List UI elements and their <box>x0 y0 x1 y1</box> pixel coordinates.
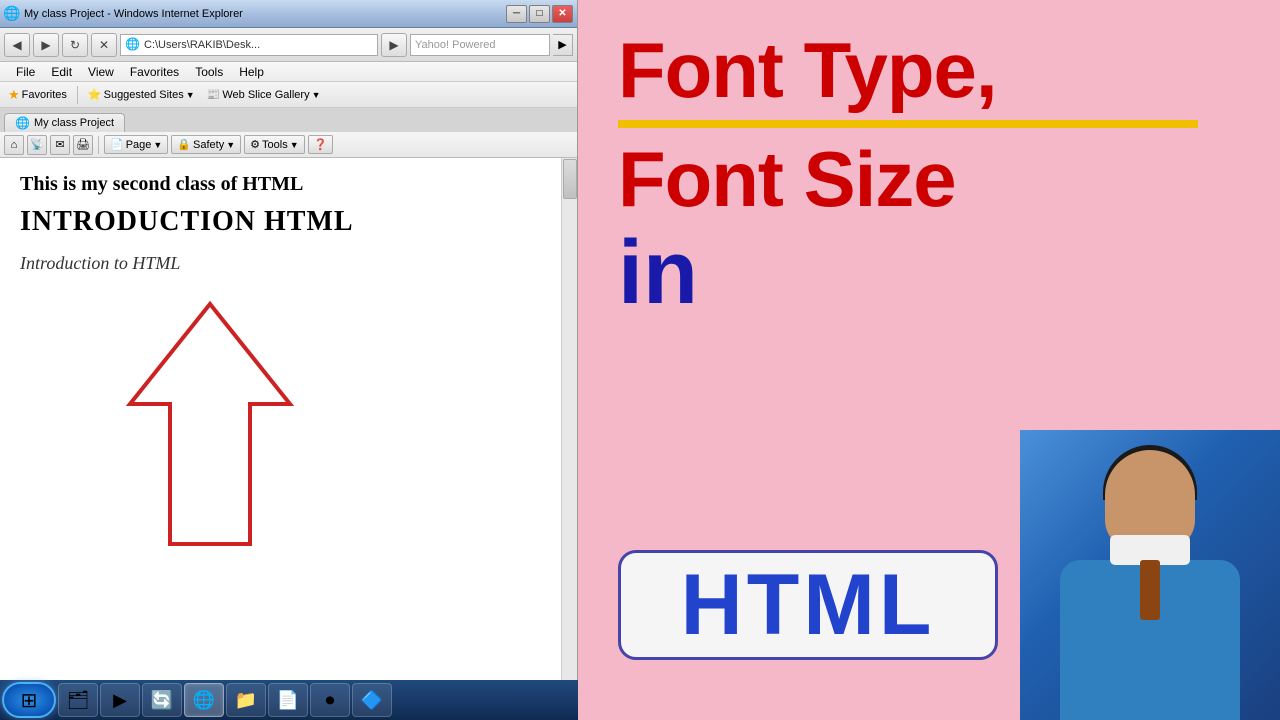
safety-label: Safety <box>193 139 224 151</box>
home-button[interactable]: ⌂ <box>4 135 24 155</box>
taskbar-recycle-button[interactable]: 🔄 <box>142 683 182 717</box>
right-panel: Font Type, Font Size in HTML <box>578 0 1280 720</box>
page-icon: 📄 <box>110 138 124 151</box>
content-heading2: INTRODUCTION HTML <box>20 206 557 238</box>
tab-title: My class Project <box>34 117 114 129</box>
scrollbar[interactable] <box>561 158 577 698</box>
scroll-thumb[interactable] <box>563 159 577 199</box>
right-title-line2: Font Size <box>618 140 956 218</box>
tools-arrow: ▼ <box>290 140 299 150</box>
taskbar-document-button[interactable]: 📄 <box>268 683 308 717</box>
menu-help[interactable]: Help <box>231 62 272 81</box>
print-button[interactable]: 🖨 <box>73 135 93 155</box>
suggested-sites-arrow: ▼ <box>186 90 195 100</box>
tools-icon: ⚙ <box>250 138 260 151</box>
search-go-button[interactable]: ▶ <box>553 34 573 56</box>
menu-favorites[interactable]: Favorites <box>122 62 187 81</box>
taskbar: ⊞ 🗂 ▶ 🔄 🌐 📁 📄 ⏺ 🔷 <box>0 680 578 720</box>
favorites-button[interactable]: ★ Favorites <box>4 85 71 105</box>
maximize-button[interactable]: □ <box>529 5 550 23</box>
menu-edit[interactable]: Edit <box>43 62 80 81</box>
arrow-graphic <box>120 294 300 554</box>
stop-button[interactable]: ✕ <box>91 33 117 57</box>
feeds-button[interactable]: 📡 <box>27 135 47 155</box>
help-icon: ❓ <box>314 138 328 151</box>
html-box-text: HTML <box>681 556 936 655</box>
safety-button[interactable]: 🔒 Safety ▼ <box>171 135 241 154</box>
start-button[interactable]: ⊞ <box>2 682 56 718</box>
refresh-button[interactable]: ↻ <box>62 33 88 57</box>
taskbar-explorer-button[interactable]: 📁 <box>226 683 266 717</box>
address-text: C:\Users\RAKIB\Desk... <box>144 39 260 51</box>
browser-icon: 🌐 <box>4 6 20 22</box>
help-button[interactable]: ❓ <box>308 135 334 154</box>
person-photo <box>1020 430 1280 720</box>
star-icon: ★ <box>8 87 20 103</box>
web-slice-label: Web Slice Gallery <box>222 89 309 101</box>
favorites-label: Favorites <box>22 89 67 101</box>
menu-bar: File Edit View Favorites Tools Help <box>0 62 577 82</box>
taskbar-diamond-button[interactable]: 🔷 <box>352 683 392 717</box>
web-slice-arrow: ▼ <box>312 90 321 100</box>
search-input[interactable]: Yahoo! Powered <box>410 34 550 56</box>
safety-arrow: ▼ <box>226 140 235 150</box>
yellow-divider <box>618 120 1198 128</box>
suggested-sites-label: Suggested Sites <box>104 89 184 101</box>
nav-bar: ◀ ▶ ↻ ✕ 🌐 C:\Users\RAKIB\Desk... ▶ Yahoo… <box>0 28 577 62</box>
search-placeholder: Yahoo! Powered <box>415 39 496 51</box>
web-slice-icon: 📰 <box>207 88 221 101</box>
window-controls: ─ □ ✕ <box>506 5 573 23</box>
suggested-sites-button[interactable]: ⭐ Suggested Sites ▼ <box>84 86 199 103</box>
title-bar: 🌐 My class Project - Windows Internet Ex… <box>0 0 577 28</box>
browser-content: This is my second class of HTML INTRODUC… <box>0 158 577 698</box>
read-mail-button[interactable]: ✉ <box>50 135 70 155</box>
tab-bar: 🌐 My class Project <box>0 108 577 132</box>
forward-button[interactable]: ▶ <box>33 33 59 57</box>
page-arrow: ▼ <box>153 140 162 150</box>
menu-view[interactable]: View <box>80 62 122 81</box>
web-slice-gallery-button[interactable]: 📰 Web Slice Gallery ▼ <box>203 86 325 103</box>
active-tab[interactable]: 🌐 My class Project <box>4 113 125 132</box>
content-heading1: This is my second class of HTML <box>20 173 557 196</box>
content-italic: Introduction to HTML <box>20 253 557 274</box>
taskbar-record-button[interactable]: ⏺ <box>310 683 350 717</box>
address-go-button[interactable]: ▶ <box>381 33 407 57</box>
address-icon: 🌐 <box>125 37 141 53</box>
person-tie <box>1140 560 1160 620</box>
taskbar-folder-button[interactable]: 🗂 <box>58 683 98 717</box>
page-label: Page <box>126 139 152 151</box>
close-button[interactable]: ✕ <box>552 5 573 23</box>
suggested-sites-icon: ⭐ <box>88 88 102 101</box>
menu-tools[interactable]: Tools <box>187 62 231 81</box>
taskbar-media-button[interactable]: ▶ <box>100 683 140 717</box>
tab-icon: 🌐 <box>15 116 30 130</box>
browser-window: 🌐 My class Project - Windows Internet Ex… <box>0 0 578 720</box>
toolbar-separator-1 <box>98 136 99 154</box>
safety-icon: 🔒 <box>177 138 191 151</box>
page-button[interactable]: 📄 Page ▼ <box>104 135 168 154</box>
html-box: HTML <box>618 550 998 660</box>
right-in-text: in <box>618 228 698 318</box>
favorites-bar: ★ Favorites ⭐ Suggested Sites ▼ 📰 Web Sl… <box>0 82 577 108</box>
right-title-line1: Font Type, <box>618 30 997 112</box>
taskbar-ie-button[interactable]: 🌐 <box>184 683 224 717</box>
address-bar[interactable]: 🌐 C:\Users\RAKIB\Desk... <box>120 34 378 56</box>
minimize-button[interactable]: ─ <box>506 5 527 23</box>
tools-label: Tools <box>262 139 288 151</box>
menu-file[interactable]: File <box>8 62 43 81</box>
fav-separator-1 <box>77 86 78 104</box>
page-toolbar: ⌂ 📡 ✉ 🖨 📄 Page ▼ 🔒 Safety ▼ ⚙ Tools ▼ ❓ <box>0 132 577 158</box>
tools-button[interactable]: ⚙ Tools ▼ <box>244 135 304 154</box>
window-title: My class Project - Windows Internet Expl… <box>24 8 506 20</box>
back-button[interactable]: ◀ <box>4 33 30 57</box>
